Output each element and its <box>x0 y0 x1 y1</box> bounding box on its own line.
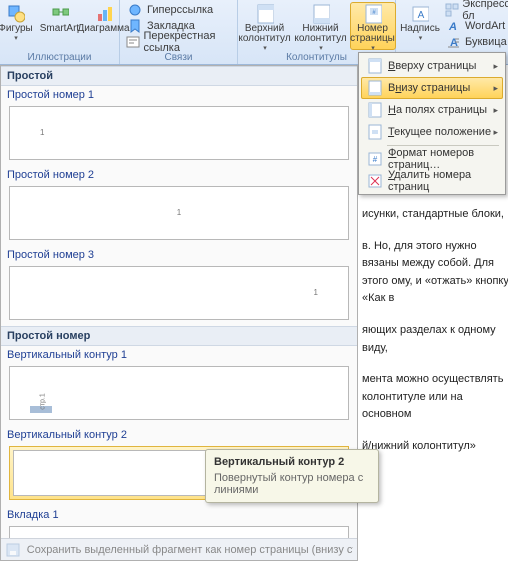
gallery-item-label[interactable]: Простой номер 1 <box>1 86 357 104</box>
dropcap-icon: A <box>444 33 462 51</box>
page-margins-icon <box>366 101 384 119</box>
gallery-preview[interactable]: 1 <box>9 106 349 160</box>
smartart-label: SmartArt <box>40 24 79 34</box>
menu-label: Формат номеров страниц… <box>388 147 498 171</box>
wordart-button[interactable]: AWordArt▾ <box>444 18 508 34</box>
gallery-item-label[interactable]: Простой номер 2 <box>1 166 357 184</box>
svg-text:A: A <box>448 21 457 33</box>
crossref-icon <box>126 33 140 51</box>
textbox-label: Надпись <box>400 24 440 34</box>
gallery-section-header: Простой номер <box>1 326 357 346</box>
header-icon <box>256 5 274 23</box>
shapes-icon <box>7 5 25 23</box>
dropcap-button[interactable]: AБуквица▾ <box>444 34 508 50</box>
doc-text: мента можно осуществлять колонтитуле или… <box>362 371 508 424</box>
smartart-icon <box>51 5 69 23</box>
wordart-label: WordArt <box>465 20 505 32</box>
tooltip-title: Вертикальный контур 2 <box>214 456 370 468</box>
tooltip-description: Повернутый контур номера с линиями <box>214 472 370 496</box>
submenu-arrow-icon: ▸ <box>493 83 498 94</box>
doc-text: яющих разделах к одному виду, <box>362 322 508 357</box>
doc-text: в. Но, для этого нужно вязаны между собо… <box>362 238 508 308</box>
menu-label: Удалить номера страниц <box>388 169 498 193</box>
header-label: Верхний колонтитул <box>238 24 290 44</box>
doc-text: й/нижний колонтитул» <box>362 438 508 456</box>
submenu-arrow-icon: ▸ <box>493 61 498 72</box>
menu-label: Текущее положение <box>388 126 493 138</box>
gallery-item-label[interactable]: Вертикальный контур 1 <box>1 346 357 364</box>
page-top-icon <box>366 57 384 75</box>
gallery-item-label[interactable]: Простой номер 3 <box>1 246 357 264</box>
menu-format-numbers[interactable]: # Формат номеров страниц… <box>361 148 503 170</box>
group-title: Связи <box>120 52 237 63</box>
group-title: Иллюстрации <box>0 52 119 63</box>
dropcap-label: Буквица <box>465 36 507 48</box>
dropdown-arrow-icon: ▾ <box>263 44 267 52</box>
menu-page-margins[interactable]: На полях страницы▸ <box>361 99 503 121</box>
gallery-section-header: Простой <box>1 66 357 86</box>
doc-text: исунки, стандартные блоки, <box>362 206 508 224</box>
gallery-preview[interactable]: 1 <box>9 266 349 320</box>
menu-remove-numbers[interactable]: Удалить номера страниц <box>361 170 503 192</box>
chart-icon <box>95 5 113 23</box>
document-body: исунки, стандартные блоки, в. Но, для эт… <box>358 200 508 476</box>
page-bottom-icon <box>366 79 384 97</box>
textbox-icon: A <box>411 5 429 23</box>
quickparts-button[interactable]: Экспресс-бл <box>444 2 508 18</box>
submenu-arrow-icon: ▸ <box>493 105 498 116</box>
svg-text:A: A <box>418 10 425 21</box>
gallery-item-label[interactable]: Вертикальный контур 2 <box>1 426 357 444</box>
save-selection-icon <box>5 541 21 559</box>
pagenumber-button[interactable]: # Номер страницы ▾ <box>350 2 396 50</box>
shapes-button[interactable]: Фигуры ▾ <box>0 2 37 50</box>
crossref-label: Перекрестная ссылка <box>143 30 233 54</box>
dropdown-arrow-icon: ▾ <box>14 34 18 42</box>
svg-text:#: # <box>373 155 378 164</box>
hyperlink-button[interactable]: Гиперссылка <box>126 2 213 18</box>
dropdown-arrow-icon: ▾ <box>371 44 375 52</box>
current-position-icon <box>366 123 384 141</box>
gallery-footer[interactable]: Сохранить выделенный фрагмент как номер … <box>1 538 357 560</box>
chart-button[interactable]: Диаграмма <box>83 2 125 50</box>
shapes-label: Фигуры <box>0 24 33 34</box>
pagenumber-label: Номер страницы <box>350 24 395 44</box>
submenu-arrow-icon: ▸ <box>493 127 498 138</box>
crossref-button[interactable]: Перекрестная ссылка <box>126 34 233 50</box>
pagenumber-menu: Вверху страницы▸ Внизу страницы▸ На поля… <box>358 52 506 195</box>
gallery-preview[interactable]: стр.1 <box>9 366 349 420</box>
header-button[interactable]: Верхний колонтитул ▾ <box>238 2 292 50</box>
tooltip: Вертикальный контур 2 Повернутый контур … <box>205 449 379 503</box>
menu-current-position[interactable]: Текущее положение▸ <box>361 121 503 143</box>
footer-label: Нижний колонтитул <box>294 24 346 44</box>
gallery-footer-label: Сохранить выделенный фрагмент как номер … <box>27 544 353 556</box>
dropdown-arrow-icon: ▾ <box>419 34 423 42</box>
menu-label: На полях страницы <box>388 104 493 116</box>
gallery-item-label[interactable]: Вкладка 1 <box>1 506 357 524</box>
smartart-button[interactable]: SmartArt <box>39 2 81 50</box>
remove-icon <box>366 172 384 190</box>
menu-bottom-of-page[interactable]: Внизу страницы▸ <box>361 77 503 99</box>
textbox-button[interactable]: A Надпись ▾ <box>400 2 440 50</box>
menu-top-of-page[interactable]: Вверху страницы▸ <box>361 55 503 77</box>
footer-icon <box>312 5 330 23</box>
menu-label: Вверху страницы <box>388 60 493 72</box>
dropdown-arrow-icon: ▾ <box>319 44 323 52</box>
format-icon: # <box>366 150 384 168</box>
footer-button[interactable]: Нижний колонтитул ▾ <box>294 2 348 50</box>
menu-separator <box>387 145 499 146</box>
menu-label: Внизу страницы <box>388 82 493 94</box>
pagenumber-icon: # <box>364 5 382 23</box>
hyperlink-label: Гиперссылка <box>147 4 213 16</box>
gallery-preview[interactable]: 1 <box>9 186 349 240</box>
